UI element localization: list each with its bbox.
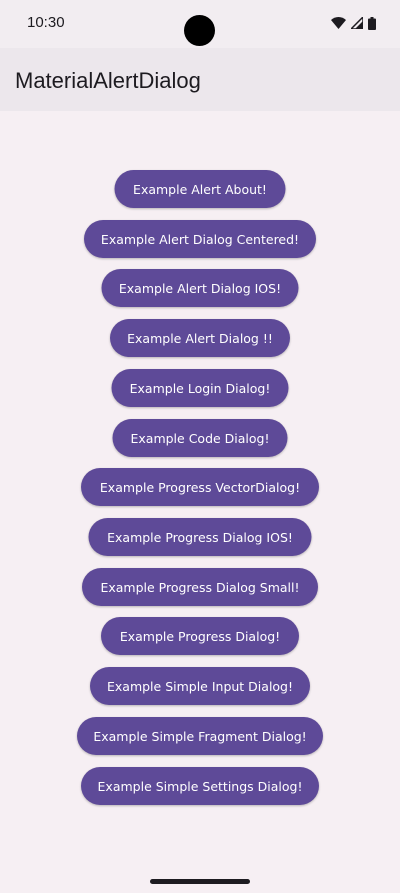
app-bar: MaterialAlertDialog xyxy=(0,48,400,111)
battery-icon xyxy=(368,16,376,30)
button-list: Example Alert About! Example Alert Dialo… xyxy=(0,111,400,871)
example-alert-dialog-ios-button[interactable]: Example Alert Dialog IOS! xyxy=(101,269,299,307)
example-login-dialog-button[interactable]: Example Login Dialog! xyxy=(111,369,289,407)
app-title: MaterialAlertDialog xyxy=(15,68,201,93)
example-progress-dialog-button[interactable]: Example Progress Dialog! xyxy=(101,617,299,655)
example-simple-settings-dialog-button[interactable]: Example Simple Settings Dialog! xyxy=(81,767,319,805)
example-simple-input-dialog-button[interactable]: Example Simple Input Dialog! xyxy=(90,667,310,705)
status-icons xyxy=(331,16,376,30)
example-progress-dialog-small-button[interactable]: Example Progress Dialog Small! xyxy=(82,568,318,606)
status-time: 10:30 xyxy=(27,14,65,31)
example-code-dialog-button[interactable]: Example Code Dialog! xyxy=(112,419,288,457)
home-indicator[interactable] xyxy=(150,879,250,884)
example-progress-vectordialog-button[interactable]: Example Progress VectorDialog! xyxy=(81,468,319,506)
example-alert-dialog-centered-button[interactable]: Example Alert Dialog Centered! xyxy=(84,220,316,258)
example-alert-about-button[interactable]: Example Alert About! xyxy=(114,170,286,208)
example-alert-dialog-button[interactable]: Example Alert Dialog !! xyxy=(110,319,290,357)
example-simple-fragment-dialog-button[interactable]: Example Simple Fragment Dialog! xyxy=(77,717,323,755)
example-progress-dialog-ios-button[interactable]: Example Progress Dialog IOS! xyxy=(88,518,312,556)
wifi-icon xyxy=(331,17,346,29)
camera-cutout xyxy=(184,15,215,46)
signal-icon xyxy=(351,17,363,29)
status-bar: 10:30 xyxy=(0,0,400,48)
